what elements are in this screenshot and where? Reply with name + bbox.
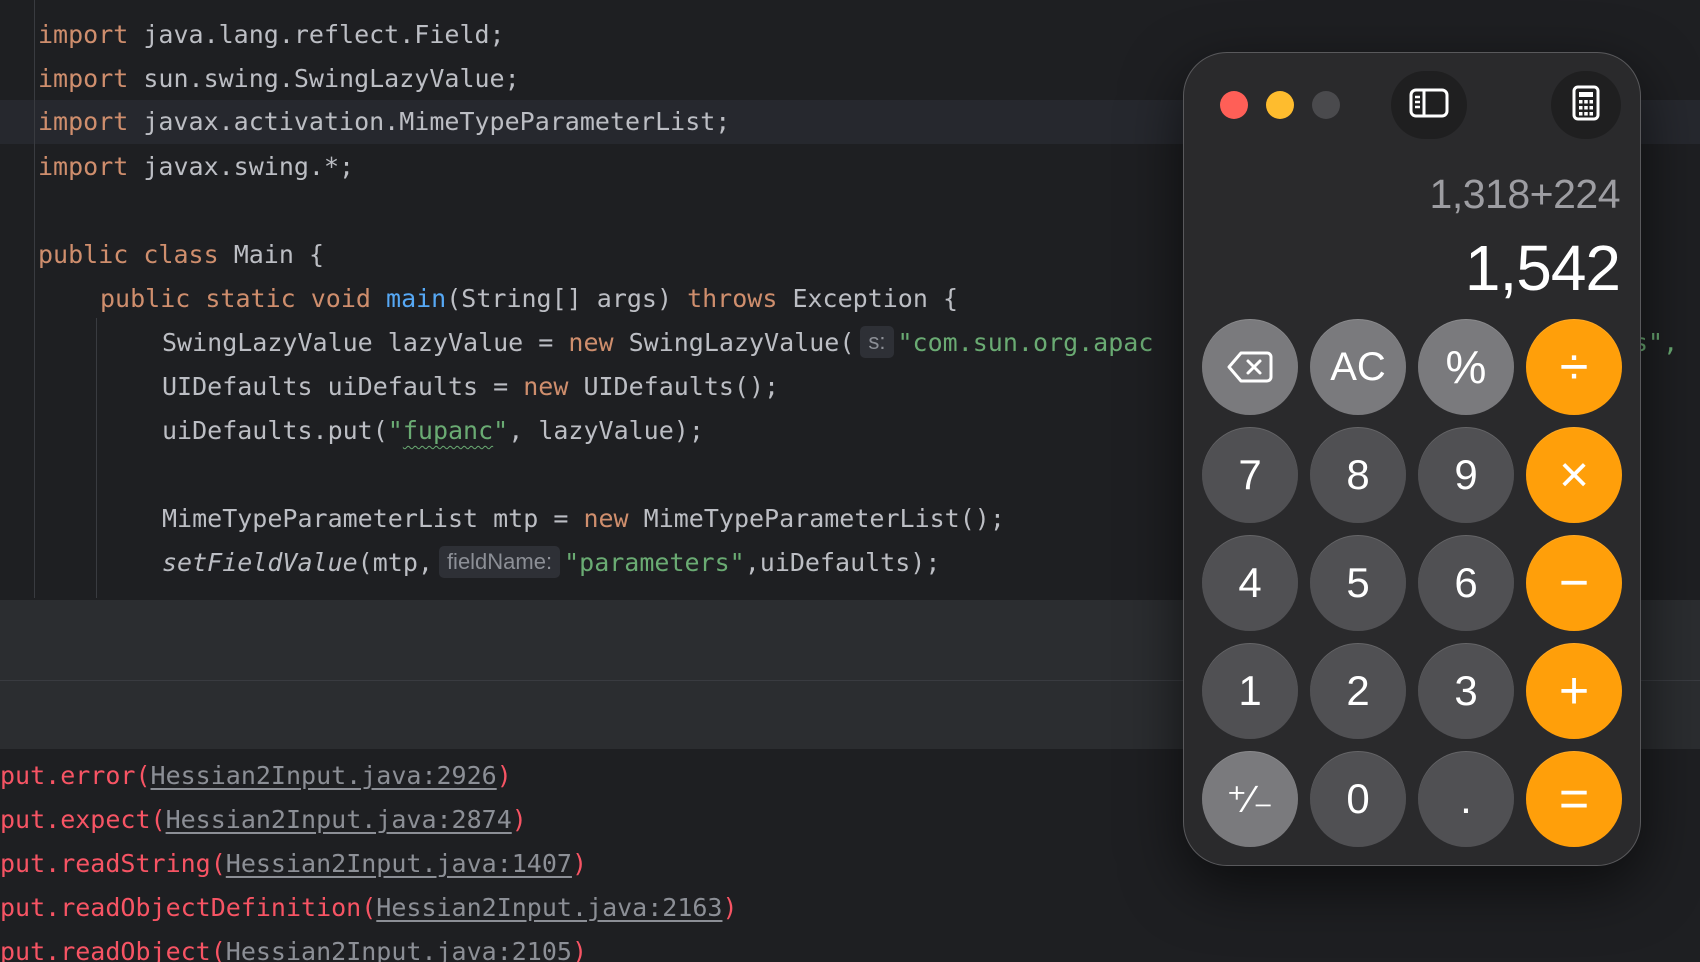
sign-toggle-button[interactable]: ⁺∕₋ [1202,751,1298,847]
digit-6-button[interactable]: 6 [1418,535,1514,631]
toggle-sidebar-button[interactable] [1391,71,1467,139]
keyword: import [38,64,129,93]
code-text: UIDefaults uiDefaults = [162,372,524,401]
stack-method: put.expect( [0,805,166,834]
keyword: public [38,240,129,269]
calculator-result: 1,542 [1464,232,1621,304]
code-text: SwingLazyValue( [613,328,855,357]
digit-5-button[interactable]: 5 [1310,535,1406,631]
stack-close: ) [722,893,738,922]
digit-1-button[interactable]: 1 [1202,643,1298,739]
indent-guide [96,318,97,598]
keyword: static [205,284,296,313]
zoom-window-button[interactable] [1312,91,1340,119]
stack-source-link[interactable]: Hessian2Input.java:2163 [376,893,722,922]
keyword: new [523,372,569,401]
digit-0-button[interactable]: 0 [1310,751,1406,847]
string-literal-typo: fupanc [402,416,494,445]
stack-close: ) [511,805,527,834]
string-literal: "com.sun.org.apac [897,328,1154,357]
stack-source-link[interactable]: Hessian2Input.java:2926 [151,761,497,790]
string-quote: " [493,416,509,445]
close-window-button[interactable] [1220,91,1248,119]
stack-trace-line: put.error(Hessian2Input.java:2926) [0,754,512,798]
keyword: class [143,240,219,269]
stack-source-link[interactable]: Hessian2Input.java:2105 [226,937,572,962]
keyword: import [38,20,129,49]
stack-method: put.readString( [0,849,226,878]
keyword: import [38,152,129,181]
sidebar-icon [1409,87,1449,124]
percent-button[interactable]: % [1418,319,1514,415]
code-text: sun.swing.SwingLazyValue; [128,64,520,93]
calculator-icon [1572,85,1600,126]
code-text: SwingLazyValue lazyValue = [162,328,569,357]
stack-close: ) [496,761,512,790]
stack-trace-line: put.readString(Hessian2Input.java:1407) [0,842,587,886]
calculator-window[interactable]: 1,318+224 1,542 AC % ÷ 7 8 9 × 4 5 6 − 1… [1183,52,1641,866]
code-text: javax.activation.MimeTypeParameterList; [128,107,731,136]
calculator-mode-button[interactable] [1551,71,1621,139]
multiply-button[interactable]: × [1526,427,1622,523]
code-text: java.lang.reflect.Field; [128,20,505,49]
code-text: MimeTypeParameterList(); [628,504,1005,533]
digit-9-button[interactable]: 9 [1418,427,1514,523]
digit-3-button[interactable]: 3 [1418,643,1514,739]
code-text: (String[] args) [446,284,688,313]
method-call: setFieldValue [162,548,358,577]
digit-7-button[interactable]: 7 [1202,427,1298,523]
code-text: Exception { [777,284,959,313]
code-text: javax.swing.*; [128,152,355,181]
decimal-point-button[interactable]: . [1418,751,1514,847]
backspace-icon [1227,350,1273,384]
code-line-import-field[interactable]: import java.lang.reflect.Field; [0,13,1700,57]
stack-method: put.readObjectDefinition( [0,893,377,922]
string-quote: " [387,416,403,445]
stack-method: put.readObject( [0,937,226,962]
digit-4-button[interactable]: 4 [1202,535,1298,631]
code-text: uiDefaults.put( [162,416,388,445]
stack-source-link[interactable]: Hessian2Input.java:1407 [226,849,572,878]
equals-button[interactable]: = [1526,751,1622,847]
keyword: import [38,107,129,136]
keyword: public [100,284,191,313]
digit-2-button[interactable]: 2 [1310,643,1406,739]
code-text: , lazyValue); [508,416,704,445]
digit-8-button[interactable]: 8 [1310,427,1406,523]
subtract-button[interactable]: − [1526,535,1622,631]
stack-close: ) [571,849,588,878]
divide-button[interactable]: ÷ [1526,319,1622,415]
keyword: new [568,328,614,357]
code-text: UIDefaults(); [568,372,780,401]
code-text: Main { [218,240,324,269]
stack-trace-line: put.expect(Hessian2Input.java:2874) [0,798,527,842]
stack-close: ) [571,937,588,962]
stack-source-link[interactable]: Hessian2Input.java:2874 [166,805,512,834]
code-text: ,uiDefaults); [744,548,941,577]
string-literal: "parameters" [564,548,745,577]
minimize-window-button[interactable] [1266,91,1294,119]
code-text: MimeTypeParameterList mtp = [162,504,584,533]
keyword: void [310,284,371,313]
all-clear-button[interactable]: AC [1310,319,1406,415]
keyword: new [583,504,629,533]
stack-trace-line: put.readObject(Hessian2Input.java:2105) [0,930,587,962]
parameter-hint: s: [860,326,894,358]
stack-trace-line: put.readObjectDefinition(Hessian2Input.j… [0,886,738,930]
indent-guide [34,0,35,598]
code-text: (mtp, [357,548,433,577]
parameter-hint: fieldName: [438,546,561,578]
calculator-expression: 1,318+224 [1429,171,1621,217]
keyword: throws [687,284,778,313]
add-button[interactable]: + [1526,643,1622,739]
backspace-button[interactable] [1202,319,1298,415]
stack-method: put.error( [0,761,151,790]
method-name: main [386,284,447,313]
